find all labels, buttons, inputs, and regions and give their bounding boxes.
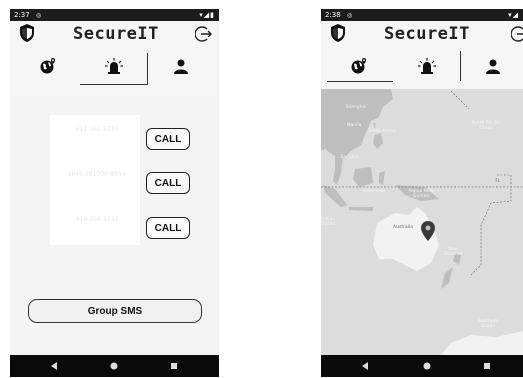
tab-map[interactable] [30, 49, 66, 83]
back-icon[interactable] [361, 362, 369, 370]
globe-pin-icon [351, 58, 367, 74]
siren-icon [418, 58, 436, 74]
logout-icon[interactable] [195, 25, 213, 43]
home-icon[interactable] [423, 362, 431, 370]
map-label: Indonesia [363, 189, 385, 194]
tab-divider [460, 51, 461, 81]
android-debug-icon: ◎ [346, 12, 353, 19]
signal-battery-icon: ▾◢▮ [199, 11, 215, 19]
phone-screen-contacts: 2:37 ◎ ▾◢▮ SecureIT 617-361-5337 CALL 16… [10, 9, 219, 377]
map-label: North Pacific Ocean [471, 121, 501, 131]
active-tab-indicator [80, 84, 148, 85]
app-header: SecureIT [10, 21, 219, 47]
map-label: Southern Ocean [477, 319, 499, 329]
map-label: New Zealand [443, 247, 463, 257]
user-icon [486, 59, 500, 74]
android-nav-bar [321, 355, 523, 377]
map-label: South Korea [368, 129, 396, 134]
map-label: Manila [346, 123, 362, 128]
logout-icon[interactable] [511, 25, 523, 43]
location-pin-icon[interactable] [421, 221, 435, 241]
app-title: SecureIT [384, 24, 470, 44]
call-button[interactable]: CALL [146, 172, 190, 194]
map-label: Australia [393, 225, 413, 230]
tab-map[interactable] [341, 49, 377, 83]
tab-alerts[interactable] [96, 49, 132, 83]
status-time: 2:38 [325, 11, 341, 19]
map-label: Papua New Guinea [408, 189, 434, 199]
tab-divider [147, 53, 148, 85]
signal-battery-icon: ▾◢ [508, 11, 519, 19]
shield-logo-icon [331, 24, 345, 42]
group-sms-button[interactable]: Group SMS [28, 299, 202, 323]
status-time: 2:37 [14, 11, 30, 19]
contact-number: 617-361-5337 [75, 126, 119, 133]
android-nav-bar [10, 355, 219, 377]
recent-apps-icon[interactable] [170, 362, 178, 370]
app-header: SecureIT [321, 21, 523, 47]
android-debug-icon: ◎ [35, 12, 42, 19]
map-label: Fr. [495, 179, 501, 184]
status-bar: 2:38 ◎ ▾◢ [321, 9, 523, 21]
contacts-card [50, 115, 140, 245]
active-tab-indicator [327, 81, 393, 82]
user-icon [174, 59, 188, 74]
globe-pin-icon [40, 58, 56, 74]
map-label: Indian Ocean [321, 217, 336, 227]
contacts-panel: 617-361-5337 CALL 1646-391000-890+ CALL … [10, 97, 219, 355]
tab-profile[interactable] [163, 49, 199, 83]
call-button[interactable]: CALL [146, 217, 190, 239]
tab-profile[interactable] [475, 49, 511, 83]
map-label: Bangkok [340, 155, 360, 160]
home-icon[interactable] [110, 362, 118, 370]
contact-number: 1646-391000-890+ [67, 171, 127, 178]
back-icon[interactable] [50, 362, 58, 370]
shield-logo-icon [20, 24, 34, 42]
map-label: Shanghai [345, 105, 367, 110]
tab-bar [10, 49, 219, 97]
siren-icon [105, 58, 123, 74]
call-button[interactable]: CALL [146, 128, 190, 150]
tab-alerts[interactable] [409, 49, 445, 83]
recent-apps-icon[interactable] [483, 362, 491, 370]
app-title: SecureIT [73, 24, 159, 44]
phone-screen-map: 2:38 ◎ ▾◢ SecureIT Shanghai Manila South… [321, 9, 523, 377]
world-map[interactable]: Shanghai Manila South Korea Bangkok Indo… [321, 89, 523, 355]
contact-number: 919-356-3737 [75, 216, 119, 223]
status-bar: 2:37 ◎ ▾◢▮ [10, 9, 219, 21]
